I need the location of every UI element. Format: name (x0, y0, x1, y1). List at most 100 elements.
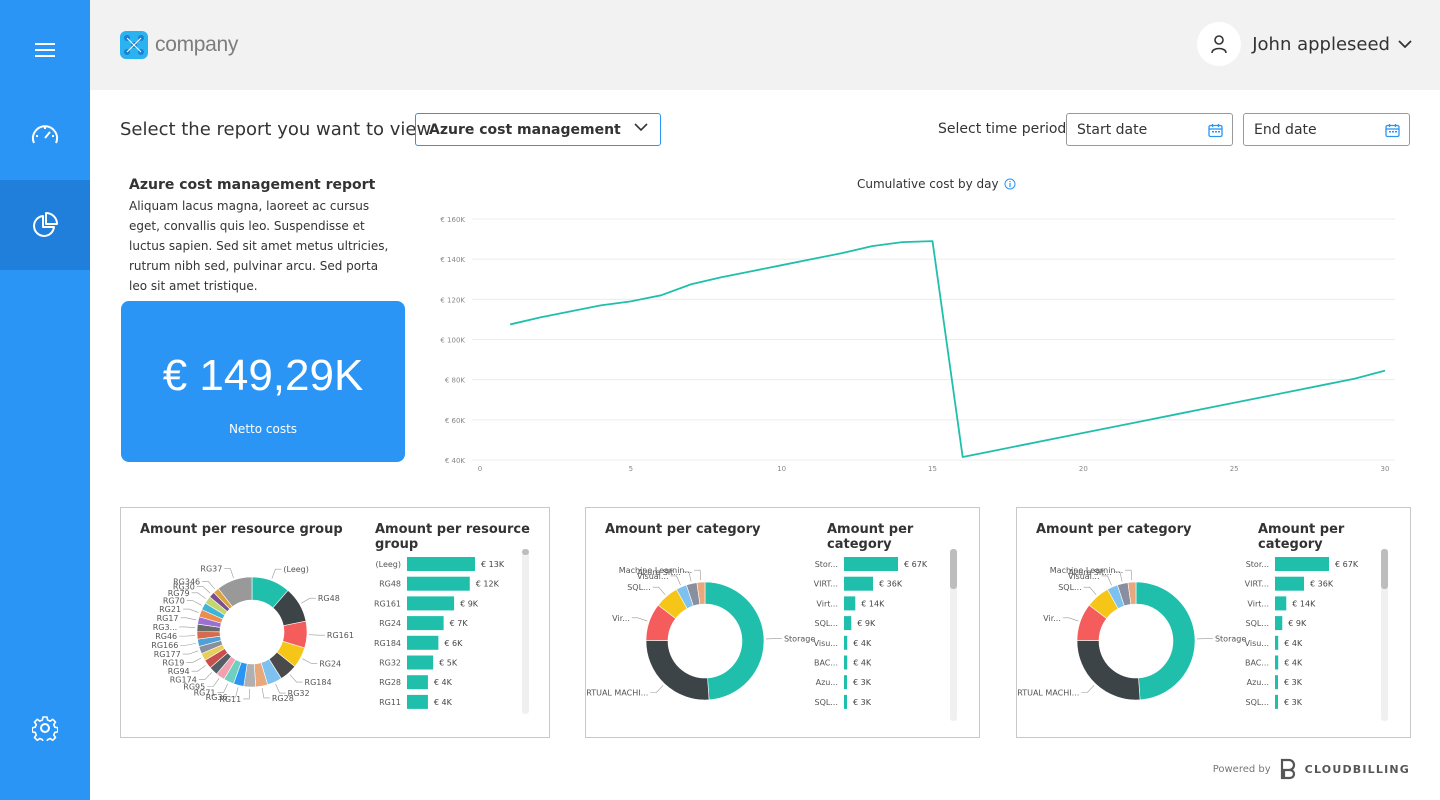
user-name: John appleseed (1252, 33, 1390, 55)
bar (407, 557, 475, 571)
pie-label: RG46 (155, 632, 177, 641)
end-date-placeholder: End date (1254, 121, 1317, 138)
pie-title: Amount per resource group (140, 522, 343, 537)
scrollbar[interactable] (522, 549, 529, 714)
bar (844, 576, 874, 591)
pie-leader-line (183, 608, 199, 613)
y-tick-label: € 40K (445, 457, 466, 465)
main-content: Select the report you want to view Azure… (90, 90, 1440, 800)
pie-slice (1135, 581, 1196, 701)
bar (844, 635, 848, 650)
bar-value-label: € 6K (444, 639, 463, 648)
bar (844, 675, 847, 690)
report-select-label: Select the report you want to view (120, 119, 432, 140)
pie-leader-line (1083, 586, 1097, 595)
category-donut-chart: StorageVIRTUAL MACHI...Vir...SQL...Visua… (586, 566, 815, 701)
sidebar-item-reports[interactable] (0, 180, 90, 270)
scrollbar-thumb[interactable] (950, 549, 957, 589)
pie-label: SQL... (1058, 583, 1081, 592)
cloudbilling-logo-icon (1280, 758, 1295, 780)
report-select[interactable]: Azure cost management (415, 113, 661, 146)
scrollbar-thumb[interactable] (1381, 549, 1388, 589)
bar (407, 655, 434, 670)
pie-leader-line (243, 688, 250, 700)
bar-category-label: Visu... (814, 639, 838, 648)
sidebar (0, 0, 90, 800)
bar-value-label: € 4K (853, 639, 872, 648)
kpi-label: Netto costs (228, 422, 298, 436)
pie-leader-line (186, 657, 202, 663)
pie-label: RG28 (272, 694, 294, 703)
user-menu[interactable]: John appleseed (1197, 22, 1412, 66)
pie-label: (Leeg) (283, 565, 308, 574)
pie-label: SQL... (627, 583, 650, 592)
cost-line (509, 240, 1386, 458)
pie-label: RG174 (170, 676, 197, 685)
bar-value-label: € 5K (439, 659, 458, 668)
sidebar-item-dashboard[interactable] (0, 90, 90, 180)
pie-label: RG161 (327, 631, 354, 640)
bar (1275, 694, 1278, 709)
bar-value-label: € 14K (861, 599, 885, 608)
pie-leader-line (652, 586, 666, 595)
bar-category-label: Azu... (816, 678, 838, 687)
resource-group-bar-chart: (Leeg) € 13K RG48 € 12K RG161 € 9K RG24 € 7K RG1… (374, 557, 505, 709)
scrollbar-thumb[interactable] (522, 549, 529, 555)
bar-category-label: Visu... (1245, 639, 1269, 648)
bar (844, 596, 856, 611)
pie-label: RG70 (163, 597, 185, 606)
bar (407, 675, 428, 690)
scrollbar[interactable] (1381, 549, 1388, 721)
bar-title: Amount per category (1258, 522, 1345, 552)
bar-value-label: € 3K (853, 678, 872, 687)
line-chart-title-wrap: Cumulative cost by day (857, 177, 1016, 191)
chevron-down-icon (1398, 39, 1412, 48)
company-logo[interactable]: company (119, 30, 238, 60)
pie-leader-line (1101, 575, 1112, 586)
bar (1275, 557, 1329, 571)
gear-icon (32, 716, 58, 741)
y-tick-label: € 120K (440, 296, 465, 304)
bar-value-label: € 4K (853, 659, 872, 668)
bar-category-label: Stor... (1246, 560, 1269, 569)
report-description: Aliquam lacus magna, laoreet ac cursus e… (129, 199, 389, 293)
pie-leader-line (301, 597, 316, 604)
x-tick-label: 0 (478, 465, 482, 473)
pie-label: RG184 (305, 678, 332, 687)
start-date-field[interactable]: Start date (1066, 113, 1233, 146)
bar-value-label: € 3K (1284, 678, 1303, 687)
pie-leader-line (198, 672, 213, 680)
bar (844, 655, 848, 670)
bar-value-label: € 67K (1335, 560, 1359, 569)
bar-category-label: SQL... (815, 698, 838, 707)
pie-label: Vir... (1043, 614, 1061, 623)
info-icon[interactable] (1004, 178, 1016, 190)
bar-value-label: € 9K (857, 619, 876, 628)
bar-category-label: RG161 (374, 599, 401, 608)
pie-leader-line (1062, 617, 1079, 622)
pie-leader-line (179, 635, 196, 637)
resource-group-card: Amount per resource group Amount per res… (120, 507, 550, 738)
pie-leader-line (261, 688, 270, 699)
bar-category-label: RG184 (374, 639, 401, 648)
bar (844, 694, 847, 709)
bar-category-label: VIRT... (814, 580, 838, 589)
scrollbar[interactable] (950, 549, 957, 721)
resource-group-donut-chart: (Leeg)RG48RG161RG24RG184RG32RG28RG11RG36… (151, 565, 354, 704)
end-date-field[interactable]: End date (1243, 113, 1410, 146)
netto-costs-card: € 149,29K Netto costs (121, 301, 405, 462)
bar-value-label: € 36K (879, 580, 903, 589)
sidebar-item-settings[interactable] (0, 683, 90, 773)
pie-leader-line (631, 617, 648, 622)
calendar-icon (1385, 124, 1400, 138)
bar-category-label: RG11 (379, 698, 401, 707)
bar (1275, 596, 1287, 611)
menu-button[interactable] (0, 5, 90, 95)
bar-category-label: Virt... (1247, 599, 1269, 608)
pie-label: RG166 (151, 641, 178, 650)
bar-category-label: Stor... (815, 560, 838, 569)
bar-value-label: € 67K (904, 560, 928, 569)
bar-value-label: € 9K (1288, 619, 1307, 628)
bar-value-label: € 12K (476, 580, 500, 589)
speedometer-icon (32, 125, 58, 144)
